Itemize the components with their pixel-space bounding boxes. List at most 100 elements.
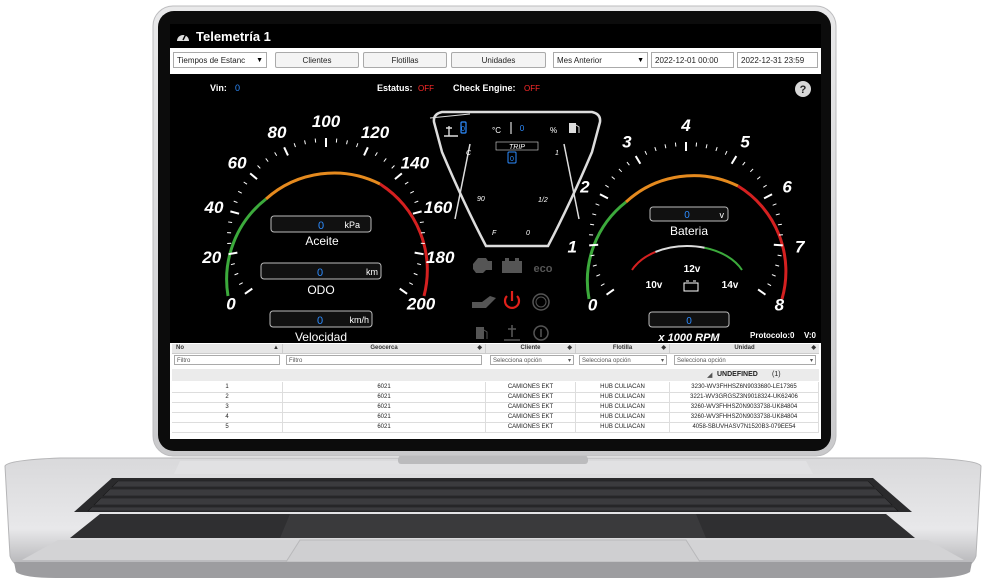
sort-icon: ◆ xyxy=(477,345,482,351)
screen: Telemetría 1 Tiempos de Estanc ▼ Cliente… xyxy=(170,24,821,439)
gauge-tick xyxy=(763,193,773,200)
gauge-tick xyxy=(244,287,253,295)
check-engine-value: OFF xyxy=(524,84,540,93)
gauge-tick xyxy=(356,143,359,148)
gauge-tick xyxy=(237,190,242,194)
unidades-button[interactable]: Unidades xyxy=(451,52,546,68)
fuel-full-label: 1 xyxy=(555,150,559,157)
gauge-tick xyxy=(346,140,348,145)
status-label: Estatus: xyxy=(377,83,413,93)
table-cell: 3221-WV3GRGSZ3N9018324-UK62406 xyxy=(670,392,819,402)
sort-icon: ◆ xyxy=(811,345,816,351)
gauge-tick xyxy=(775,264,780,267)
gauge-tick xyxy=(283,146,289,156)
check-engine-label: Check Engine: xyxy=(453,83,516,93)
column-unidad-label: Unidad xyxy=(734,345,755,351)
report-type-select[interactable]: Tiempos de Estanc ▼ xyxy=(173,52,267,68)
gauge-tick xyxy=(730,155,738,165)
gauge-tick xyxy=(596,274,601,277)
gauge-tick xyxy=(771,274,776,277)
date-start-input[interactable]: 2022-12-01 00:00 xyxy=(651,52,734,68)
vin-value: 0 xyxy=(235,83,240,93)
gauge-tick xyxy=(773,243,783,247)
gauge-tick xyxy=(775,213,780,216)
column-flotilla-label: Flotilla xyxy=(612,345,633,351)
clientes-button[interactable]: Clientes xyxy=(275,52,359,68)
speed-value: 0 xyxy=(317,315,323,327)
column-header-no[interactable]: No ▲ xyxy=(172,344,283,353)
group-count: (1) xyxy=(772,371,781,378)
filter-flotilla-select[interactable]: Selecciona opción ▾ xyxy=(579,355,667,365)
gauge-tick xyxy=(715,146,718,152)
period-value: Mes Anterior xyxy=(557,55,602,65)
table-cell: 6021 xyxy=(283,382,486,392)
telemetry-dashboard: Vin: 0 Estatus: OFF Check Engine: OFF ? … xyxy=(170,74,821,342)
sort-icon: ◆ xyxy=(567,345,572,351)
gauge-tick-label: 200 xyxy=(406,295,436,314)
gauge-tick-label: 40 xyxy=(203,198,223,217)
temp-fuel-cluster: 0 °C 0 % C 90 F TRIP 0 1 1/2 0 xyxy=(429,110,602,248)
gauge-tick-label: 8 xyxy=(775,295,785,314)
rpm-label: x 1000 RPM xyxy=(657,332,720,342)
gauge-tick xyxy=(600,283,605,287)
trackpad[interactable] xyxy=(285,539,701,563)
date-end-input[interactable]: 2022-12-31 23:59 xyxy=(737,52,818,68)
gauge-tick xyxy=(238,282,243,286)
table-cell: CAMIONES EKT xyxy=(486,382,576,392)
filter-unidad-select[interactable]: Selecciona opción ▾ xyxy=(674,355,816,365)
oil-pressure-unit: kPa xyxy=(344,220,360,230)
odo-label: ODO xyxy=(307,283,334,297)
table-cell: 4 xyxy=(172,412,283,422)
oil-label: Aceite xyxy=(305,234,339,248)
gauge-tick xyxy=(274,152,278,157)
table-row[interactable]: 5 6021 CAMIONES EKT HUB CULIACAN 4058-SBUVHA… xyxy=(172,422,819,433)
oil-can-icon xyxy=(472,296,496,308)
gauge-tick xyxy=(394,172,403,180)
gauge-tick xyxy=(777,223,782,226)
table-cell: 3260-WV3FHHSZ0N9033738-UK84804 xyxy=(670,402,819,412)
gauge-tick-label: 120 xyxy=(361,123,390,142)
filter-cliente-select[interactable]: Selecciona opción ▾ xyxy=(490,355,574,365)
gauge-tick-label: 80 xyxy=(268,123,287,142)
gauge-tick xyxy=(414,200,419,204)
table-cell: 3260-WV3FHHSZ0N9033738-UK84804 xyxy=(670,412,819,422)
tachometer: 0 1 2 3 4 5 6 7 8 0 v Bateria 10v 12v 14v 0 x 10… xyxy=(568,116,807,342)
filter-row: Filtro Filtro Selecciona opción ▾ Selecc… xyxy=(172,354,819,368)
group-label: UNDEFINED xyxy=(717,371,758,378)
data-grid: No ▲ Geocerca ◆ Cliente ◆ Flotilla ◆ Uni… xyxy=(170,343,821,439)
gauge-tick xyxy=(763,184,767,188)
period-select[interactable]: Mes Anterior ▼ xyxy=(553,52,648,68)
gauge-tick-label: 7 xyxy=(795,237,806,256)
table-cell: CAMIONES EKT xyxy=(486,422,576,432)
group-header-row[interactable]: ◢ UNDEFINED (1) xyxy=(172,369,819,381)
gauge-tick xyxy=(626,161,630,166)
column-header-unidad[interactable]: Unidad ◆ xyxy=(670,344,819,353)
gauge-tick-label: 6 xyxy=(782,177,792,196)
chevron-down-icon: ▼ xyxy=(637,56,644,64)
gauge-tick-label: 160 xyxy=(424,198,453,217)
filter-geocerca-input[interactable]: Filtro xyxy=(286,355,482,365)
flotillas-button[interactable]: Flotillas xyxy=(363,52,447,68)
version-text: V:0 xyxy=(804,331,817,340)
report-type-value: Tiempos de Estanc xyxy=(177,55,246,65)
fuel-half-label: 1/2 xyxy=(538,197,548,204)
gauge-tick xyxy=(249,172,258,180)
gauge-tick xyxy=(419,221,424,224)
table-cell: HUB CULIACAN xyxy=(576,382,670,392)
table-cell: HUB CULIACAN xyxy=(576,412,670,422)
trip-value: 0 xyxy=(510,156,514,163)
gauge-tick xyxy=(293,143,296,148)
filter-no-input[interactable]: Filtro xyxy=(174,355,280,365)
column-header-flotilla[interactable]: Flotilla ◆ xyxy=(576,344,670,353)
temp-mid-label: 90 xyxy=(477,196,485,203)
table-cell: HUB CULIACAN xyxy=(576,392,670,402)
column-header-cliente[interactable]: Cliente ◆ xyxy=(486,344,576,353)
gauge-tick xyxy=(611,176,616,180)
odo-unit: km xyxy=(366,267,378,277)
column-header-geocerca[interactable]: Geocerca ◆ xyxy=(283,344,486,353)
help-button[interactable]: ? xyxy=(795,81,811,97)
help-icon: ? xyxy=(800,84,807,96)
table-cell: HUB CULIACAN xyxy=(576,422,670,432)
gauge-tick xyxy=(742,161,746,166)
gauge-tick xyxy=(777,254,782,257)
